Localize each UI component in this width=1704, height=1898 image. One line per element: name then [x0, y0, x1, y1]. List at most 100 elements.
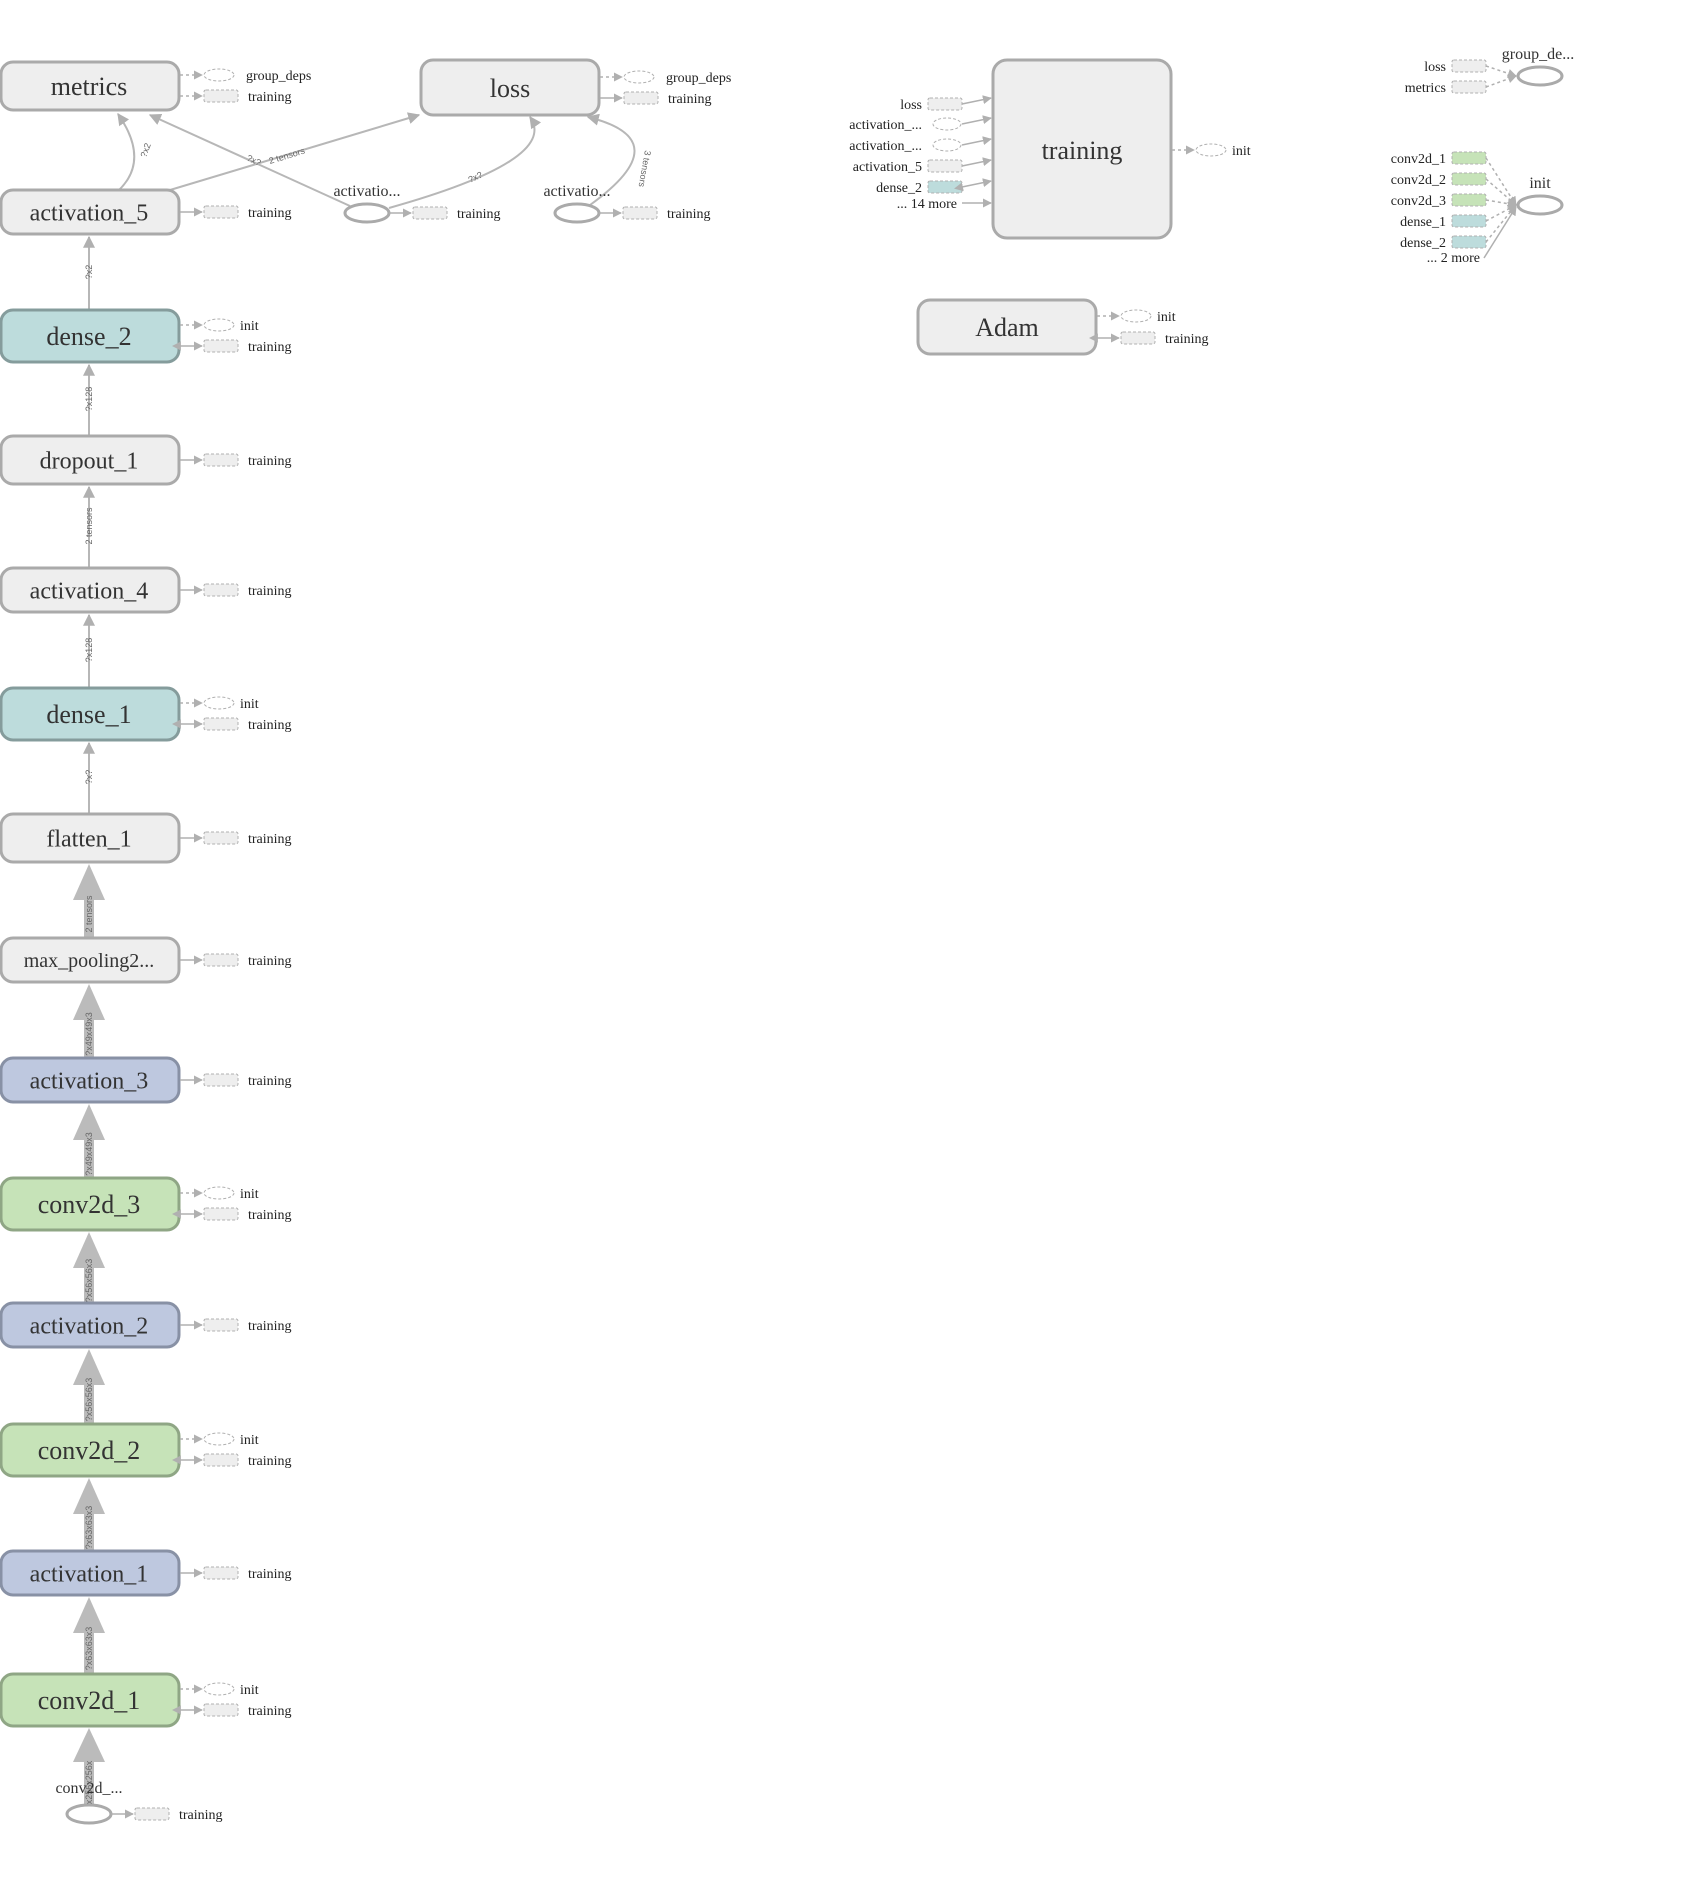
op-ellipse[interactable] [1516, 194, 1564, 216]
more-label[interactable]: ... 2 more [1427, 251, 1480, 266]
op-ellipse[interactable] [343, 202, 391, 224]
aux-node-training[interactable]: training [180, 1566, 292, 1582]
node-dropout_1[interactable]: dropout_1 [0, 434, 181, 486]
node-conv2d_1[interactable]: conv2d_1 [0, 1672, 181, 1728]
aux-node-init[interactable]: init [180, 318, 259, 334]
training-input-0[interactable]: loss [900, 95, 992, 113]
training-input-1[interactable]: activation_... [849, 115, 992, 133]
aux-node-training[interactable]: training [180, 1073, 292, 1089]
node-training[interactable]: training loss activation_... activation_...… [849, 58, 1173, 240]
node-label: activation_3 [30, 1068, 149, 1094]
node-flatten_1[interactable]: flatten_1 [0, 812, 181, 864]
aux-rect [203, 831, 239, 845]
node-activation_1[interactable]: activation_1 [0, 1549, 181, 1597]
aux-node-training[interactable]: training [171, 717, 292, 733]
node-conv2d_2[interactable]: conv2d_2 [0, 1422, 181, 1478]
aux-node-training[interactable]: training [1088, 331, 1209, 347]
input-rect [1451, 193, 1487, 207]
node-group-deps[interactable]: group_de...loss metrics [1405, 46, 1574, 96]
aux-node-training[interactable]: training [171, 1453, 292, 1469]
aux-node-training[interactable]: training [111, 1807, 223, 1823]
input-label: dense_1 [1400, 215, 1446, 230]
node-conv2d_3[interactable]: conv2d_3 [0, 1176, 181, 1232]
aux-node-group-deps[interactable]: group_deps [600, 70, 731, 86]
aux-label: training [667, 207, 711, 222]
node-metrics[interactable]: metrics [0, 60, 181, 112]
node-activation_4[interactable]: activation_4 [0, 566, 181, 614]
edge-label: ?x2 [138, 142, 152, 159]
chain-edge-1: ?x2 [83, 235, 95, 310]
aux-node-training[interactable]: training [171, 1703, 292, 1719]
more-label[interactable]: ... 14 more [897, 197, 957, 212]
node-label: loss [490, 74, 530, 103]
node-activation_5[interactable]: activation_5 [0, 188, 181, 236]
aux-node-training[interactable]: training [180, 583, 292, 599]
aux-rect [203, 339, 239, 353]
chain-edge-5: ?x? [83, 741, 95, 814]
node-label: training [1042, 136, 1123, 165]
training-input-4[interactable]: dense_2 [876, 178, 992, 196]
chain-edge-11: ?x63x63x3 [73, 1478, 105, 1551]
aux-node-training[interactable]: training [180, 1318, 292, 1334]
op-ellipse[interactable] [1516, 65, 1564, 87]
node-label: init [1529, 175, 1551, 192]
aux-node-init[interactable]: init [180, 1432, 259, 1448]
aux-ellipse [203, 1682, 235, 1696]
aux-node-training[interactable]: training [600, 91, 712, 107]
aux-label: training [248, 1454, 292, 1469]
aux-ellipse [203, 1186, 235, 1200]
aux-label: training [248, 1208, 292, 1223]
aux-node-training[interactable]: training [389, 206, 501, 222]
aux-node-training[interactable]: training [599, 206, 711, 222]
edge-label: ?x2 [84, 265, 94, 280]
node-label: conv2d_3 [38, 1190, 141, 1219]
training-input-3[interactable]: activation_5 [853, 157, 992, 175]
aux-node-init[interactable]: init [180, 1186, 259, 1202]
aux-node-training[interactable]: training [180, 831, 292, 847]
node-dense_1[interactable]: dense_1 [0, 686, 181, 742]
node-loss[interactable]: loss [419, 58, 601, 117]
edge-label: ?x49x49x3 [84, 1132, 94, 1176]
input-edge [1485, 178, 1517, 206]
edge-label: ?x128 [84, 638, 94, 663]
aux-label: training [179, 1808, 223, 1823]
aux-node-training[interactable]: training [180, 953, 292, 969]
aux-ellipse [203, 68, 235, 82]
node-activation_3[interactable]: activation_3 [0, 1056, 181, 1104]
input-edge [954, 178, 992, 192]
op-ellipse[interactable] [553, 202, 601, 224]
aux-ellipse [1120, 309, 1152, 323]
node-label: activation_2 [30, 1313, 149, 1339]
aux-node-init[interactable]: init [1097, 309, 1176, 325]
input-ellipse [932, 117, 962, 131]
input-ellipse [932, 138, 962, 152]
aux-rect [203, 1453, 239, 1467]
input-rect [927, 180, 963, 194]
edge-label: 2 tensors [84, 507, 94, 545]
aux-label: training [248, 1074, 292, 1089]
aux-node-training[interactable]: training [180, 89, 292, 105]
chain-edge-10: ?x56x56x3 [73, 1349, 105, 1424]
node-max_pooling2d[interactable]: max_pooling2... [0, 936, 181, 984]
aux-node-training[interactable]: training [171, 1207, 292, 1223]
aux-node-init[interactable]: init [180, 1682, 259, 1698]
aux-node-training[interactable]: training [171, 339, 292, 355]
aux-label: init [240, 1433, 259, 1448]
node-init[interactable]: init conv2d_1 conv2d_2 conv2d_3 dense_1dense… [1391, 151, 1564, 266]
aux-node-init[interactable]: init [180, 696, 259, 712]
node-activation_2[interactable]: activation_2 [0, 1301, 181, 1349]
node-adam[interactable]: Adam [916, 298, 1098, 356]
node-dense_2[interactable]: dense_2 [0, 308, 181, 364]
chain-edge-6: 2 tensors [73, 864, 105, 938]
aux-node-training[interactable]: training [180, 205, 292, 221]
aux-label: init [240, 1683, 259, 1698]
aux-label: training [248, 1319, 292, 1334]
aux-node-group-deps[interactable]: group_deps [180, 68, 311, 84]
op-ellipse[interactable] [65, 1803, 113, 1825]
training-input-2[interactable]: activation_... [849, 136, 992, 154]
aux-node-init[interactable]: init [1172, 143, 1251, 159]
aux-node-training[interactable]: training [180, 453, 292, 469]
node-activation-op-2[interactable]: activatio... [543, 183, 611, 224]
chain-edge-8: ?x49x49x3 [73, 1104, 105, 1178]
graph-canvas: ?x2 ?x128 2 tensors ?x128 ?x? 2 tensors ?x49x4… [0, 46, 1574, 1825]
